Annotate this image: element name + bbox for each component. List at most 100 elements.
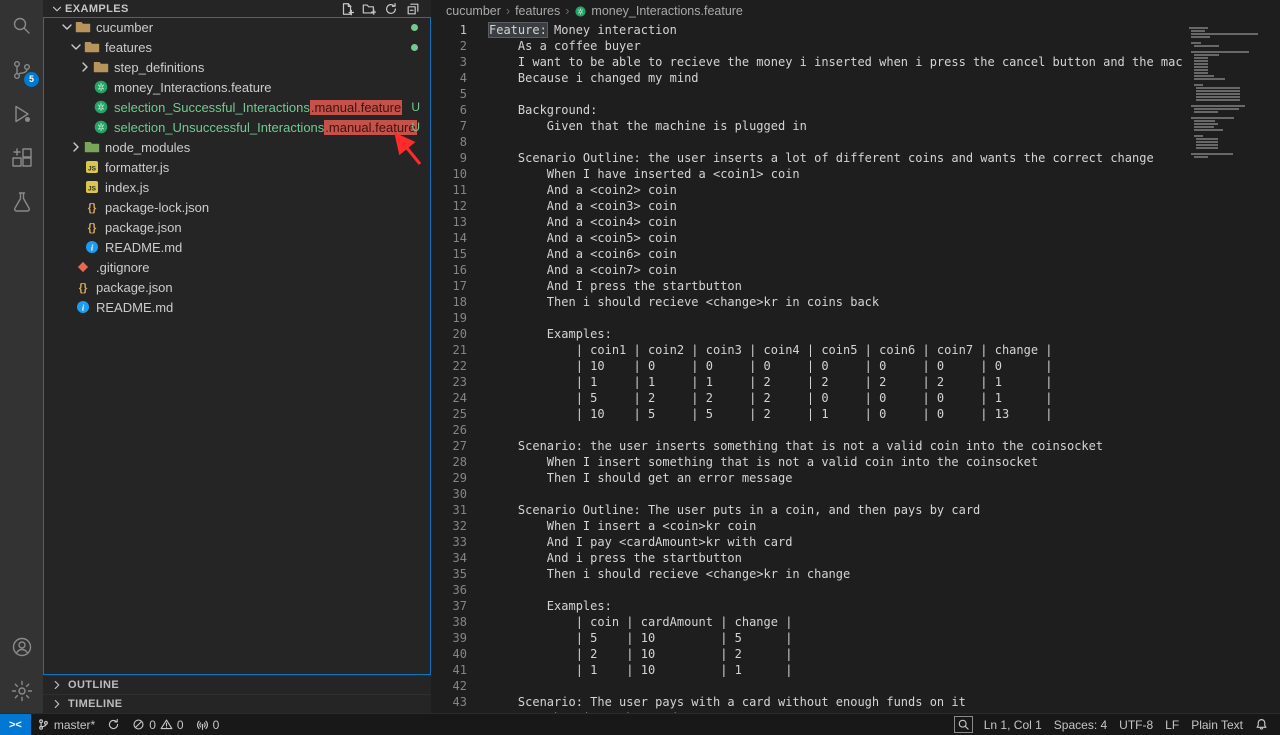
code-line[interactable]: 6 Background: bbox=[431, 102, 1280, 118]
code-line[interactable]: 40 | 2 | 10 | 2 | bbox=[431, 646, 1280, 662]
activity-item-run-debug[interactable] bbox=[0, 92, 43, 136]
status-problems[interactable]: 00 bbox=[126, 714, 189, 735]
tree-item-index-js[interactable]: JSindex.js bbox=[43, 177, 431, 197]
line-number: 14 bbox=[431, 230, 467, 246]
tree-item-node-modules[interactable]: node_modules bbox=[43, 137, 431, 157]
breadcrumb-item-features[interactable]: features bbox=[515, 4, 560, 18]
tree-item-formatter-js[interactable]: JSformatter.js bbox=[43, 157, 431, 177]
code-line[interactable]: 4 Because i changed my mind bbox=[431, 70, 1280, 86]
activity-item-source-control[interactable]: 5 bbox=[0, 48, 43, 92]
tree-item-selection-unsuccessful-interactions[interactable]: selection_Unsuccessful_Interactions.manu… bbox=[43, 117, 431, 137]
code-line[interactable]: 15 And a <coin6> coin bbox=[431, 246, 1280, 262]
code-line[interactable]: 8 bbox=[431, 134, 1280, 150]
code-line[interactable]: 9 Scenario Outline: the user inserts a l… bbox=[431, 150, 1280, 166]
panel-outline[interactable]: OUTLINE bbox=[43, 675, 431, 694]
status-remote[interactable]: >< bbox=[0, 714, 31, 735]
activity-item-search[interactable] bbox=[0, 4, 43, 48]
tree-item-money-interactions-feature[interactable]: money_Interactions.feature bbox=[43, 77, 431, 97]
new-file-icon[interactable] bbox=[339, 1, 355, 17]
status-ports[interactable]: 0 bbox=[190, 714, 226, 735]
code-line[interactable]: 30 bbox=[431, 486, 1280, 502]
tree-item-package-json[interactable]: {}package.json bbox=[43, 277, 431, 297]
cucumber-icon bbox=[93, 119, 109, 135]
code-line[interactable]: 24 | 5 | 2 | 2 | 2 | 0 | 0 | 0 | 1 | bbox=[431, 390, 1280, 406]
code-line[interactable]: 18 Then i should recieve <change>kr in c… bbox=[431, 294, 1280, 310]
code-line[interactable]: 36 bbox=[431, 582, 1280, 598]
code-line[interactable]: 23 | 1 | 1 | 1 | 2 | 2 | 2 | 2 | 1 | bbox=[431, 374, 1280, 390]
code-line[interactable]: 29 Then I should get an error message bbox=[431, 470, 1280, 486]
code-line[interactable]: 10 When I have inserted a <coin1> coin bbox=[431, 166, 1280, 182]
activity-item-account[interactable] bbox=[0, 625, 43, 669]
breadcrumb-item-cucumber[interactable]: cucumber bbox=[446, 4, 501, 18]
code-line[interactable]: 31 Scenario Outline: The user puts in a … bbox=[431, 502, 1280, 518]
code-line[interactable]: 33 And I pay <cardAmount>kr with card bbox=[431, 534, 1280, 550]
breadcrumb: cucumber›features›money_Interactions.fea… bbox=[431, 0, 1280, 22]
code-line[interactable]: 21 | coin1 | coin2 | coin3 | coin4 | coi… bbox=[431, 342, 1280, 358]
tree-item--gitignore[interactable]: .gitignore bbox=[43, 257, 431, 277]
code-line[interactable]: 1Feature: Money interaction bbox=[431, 22, 1280, 38]
minimap-line bbox=[1191, 36, 1210, 38]
code-line[interactable]: 14 And a <coin5> coin bbox=[431, 230, 1280, 246]
code-line[interactable]: 41 | 1 | 10 | 1 | bbox=[431, 662, 1280, 678]
status-git-branch[interactable]: master* bbox=[31, 714, 101, 735]
code-line[interactable]: 39 | 5 | 10 | 5 | bbox=[431, 630, 1280, 646]
breadcrumb-item-money-interactions-feature[interactable]: money_Interactions.feature bbox=[574, 4, 742, 18]
code-view[interactable]: 1Feature: Money interaction2 As a coffee… bbox=[431, 22, 1280, 713]
code-line[interactable]: 19 bbox=[431, 310, 1280, 326]
tree-item-features[interactable]: features bbox=[43, 37, 431, 57]
code-line[interactable]: 5 bbox=[431, 86, 1280, 102]
status-zoom[interactable] bbox=[949, 714, 978, 735]
code-line[interactable]: 32 When I insert a <coin>kr coin bbox=[431, 518, 1280, 534]
code-line[interactable]: 35 Then i should recieve <change>kr in c… bbox=[431, 566, 1280, 582]
refresh-icon[interactable] bbox=[383, 1, 399, 17]
status-eol[interactable]: LF bbox=[1159, 714, 1185, 735]
tree-item-selection-successful-interactions[interactable]: selection_Successful_Interactions.manual… bbox=[43, 97, 431, 117]
code-line[interactable]: 25 | 10 | 5 | 5 | 2 | 1 | 0 | 0 | 13 | bbox=[431, 406, 1280, 422]
panel-timeline[interactable]: TIMELINE bbox=[43, 694, 431, 713]
tree-item-step-definitions[interactable]: step_definitions bbox=[43, 57, 431, 77]
code-line[interactable]: 16 And a <coin7> coin bbox=[431, 262, 1280, 278]
code-line[interactable]: 13 And a <coin4> coin bbox=[431, 214, 1280, 230]
panel-label: OUTLINE bbox=[68, 679, 119, 691]
activity-item-settings[interactable] bbox=[0, 669, 43, 713]
status-cursor-position[interactable]: Ln 1, Col 1 bbox=[978, 714, 1048, 735]
new-folder-icon[interactable] bbox=[361, 1, 377, 17]
explorer-section-title: EXAMPLES bbox=[65, 3, 129, 15]
minimap-line bbox=[1194, 108, 1239, 110]
code-line[interactable]: 42 bbox=[431, 678, 1280, 694]
line-text: As a coffee buyer bbox=[467, 38, 641, 54]
sidebar-panels: OUTLINE TIMELINE bbox=[43, 675, 431, 713]
tree-item-readme-md[interactable]: iREADME.md bbox=[43, 237, 431, 257]
tree-item-package-lock-json[interactable]: {}package-lock.json bbox=[43, 197, 431, 217]
status-sync[interactable] bbox=[101, 714, 126, 735]
code-line[interactable]: 37 Examples: bbox=[431, 598, 1280, 614]
code-line[interactable]: 22 | 10 | 0 | 0 | 0 | 0 | 0 | 0 | 0 | bbox=[431, 358, 1280, 374]
code-line[interactable]: 27 Scenario: the user inserts something … bbox=[431, 438, 1280, 454]
status-encoding[interactable]: UTF-8 bbox=[1113, 714, 1159, 735]
tree-item-readme-md[interactable]: iREADME.md bbox=[43, 297, 431, 317]
tree-item-package-json[interactable]: {}package.json bbox=[43, 217, 431, 237]
code-line[interactable]: 12 And a <coin3> coin bbox=[431, 198, 1280, 214]
tree-item-label: selection_Successful_Interactions bbox=[114, 100, 310, 115]
code-line[interactable]: 26 bbox=[431, 422, 1280, 438]
status-language-mode[interactable]: Plain Text bbox=[1185, 714, 1249, 735]
code-line[interactable]: 17 And I press the startbutton bbox=[431, 278, 1280, 294]
status-indentation[interactable]: Spaces: 4 bbox=[1048, 714, 1113, 735]
explorer-section-header[interactable]: EXAMPLES bbox=[43, 0, 431, 17]
activity-item-testing[interactable] bbox=[0, 180, 43, 224]
code-line[interactable]: 7 Given that the machine is plugged in bbox=[431, 118, 1280, 134]
code-line[interactable]: 11 And a <coin2> coin bbox=[431, 182, 1280, 198]
code-line[interactable]: 3 I want to be able to recieve the money… bbox=[431, 54, 1280, 70]
minimap-line bbox=[1194, 60, 1208, 62]
code-line[interactable]: 43 Scenario: The user pays with a card w… bbox=[431, 694, 1280, 710]
code-line[interactable]: 20 Examples: bbox=[431, 326, 1280, 342]
code-line[interactable]: 28 When I insert something that is not a… bbox=[431, 454, 1280, 470]
collapse-all-icon[interactable] bbox=[405, 1, 421, 17]
status-notifications[interactable] bbox=[1249, 714, 1274, 735]
tree-item-cucumber[interactable]: cucumber bbox=[43, 17, 431, 37]
code-line[interactable]: 2 As a coffee buyer bbox=[431, 38, 1280, 54]
code-line[interactable]: 38 | coin | cardAmount | change | bbox=[431, 614, 1280, 630]
minimap[interactable] bbox=[1183, 22, 1280, 713]
activity-item-extensions[interactable] bbox=[0, 136, 43, 180]
code-line[interactable]: 34 And i press the startbutton bbox=[431, 550, 1280, 566]
